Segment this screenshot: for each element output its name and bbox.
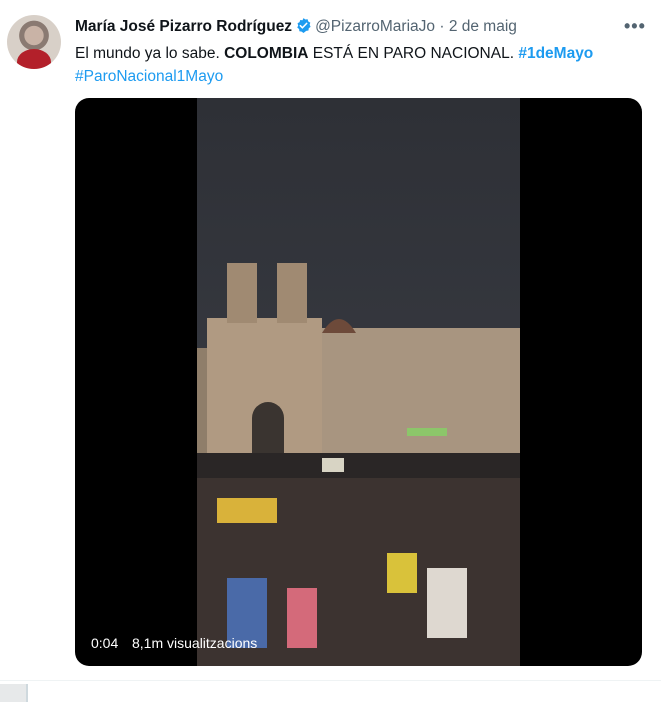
tweet-header: María José Pizarro Rodríguez @PizarroMari… <box>75 16 517 38</box>
next-tweet-avatar[interactable] <box>0 684 28 702</box>
tweet-text: El mundo ya lo sabe. COLOMBIA ESTÁ EN PA… <box>75 42 645 88</box>
text-bold: COLOMBIA <box>224 45 309 62</box>
video-time: 0:04 <box>91 635 119 651</box>
header-separator: · <box>435 18 449 35</box>
video-player[interactable]: 0:04 8,1m visualitzacions <box>75 98 642 666</box>
video-frame <box>197 98 520 666</box>
more-horizontal-icon[interactable]: ••• <box>624 16 646 37</box>
hashtag-paronacional[interactable]: #ParoNacional1Mayo <box>75 68 223 85</box>
verified-badge-icon <box>295 17 312 34</box>
avatar-figure <box>17 49 51 69</box>
author-name[interactable]: María José Pizarro Rodríguez <box>75 18 292 35</box>
text-intro: El mundo ya lo sabe. <box>75 45 225 62</box>
author-handle[interactable]: @PizarroMariaJo <box>315 18 435 35</box>
text-rest: ESTÁ EN PARO NACIONAL. <box>308 45 519 62</box>
tweet-card[interactable]: María José Pizarro Rodríguez @PizarroMari… <box>0 0 661 680</box>
author-avatar[interactable] <box>7 15 61 69</box>
tweet-date[interactable]: 2 de maig <box>449 18 517 35</box>
video-views: 8,1m visualitzacions <box>132 635 258 651</box>
hashtag-1demayo[interactable]: #1deMayo <box>518 45 593 62</box>
tweet-divider <box>0 680 661 681</box>
